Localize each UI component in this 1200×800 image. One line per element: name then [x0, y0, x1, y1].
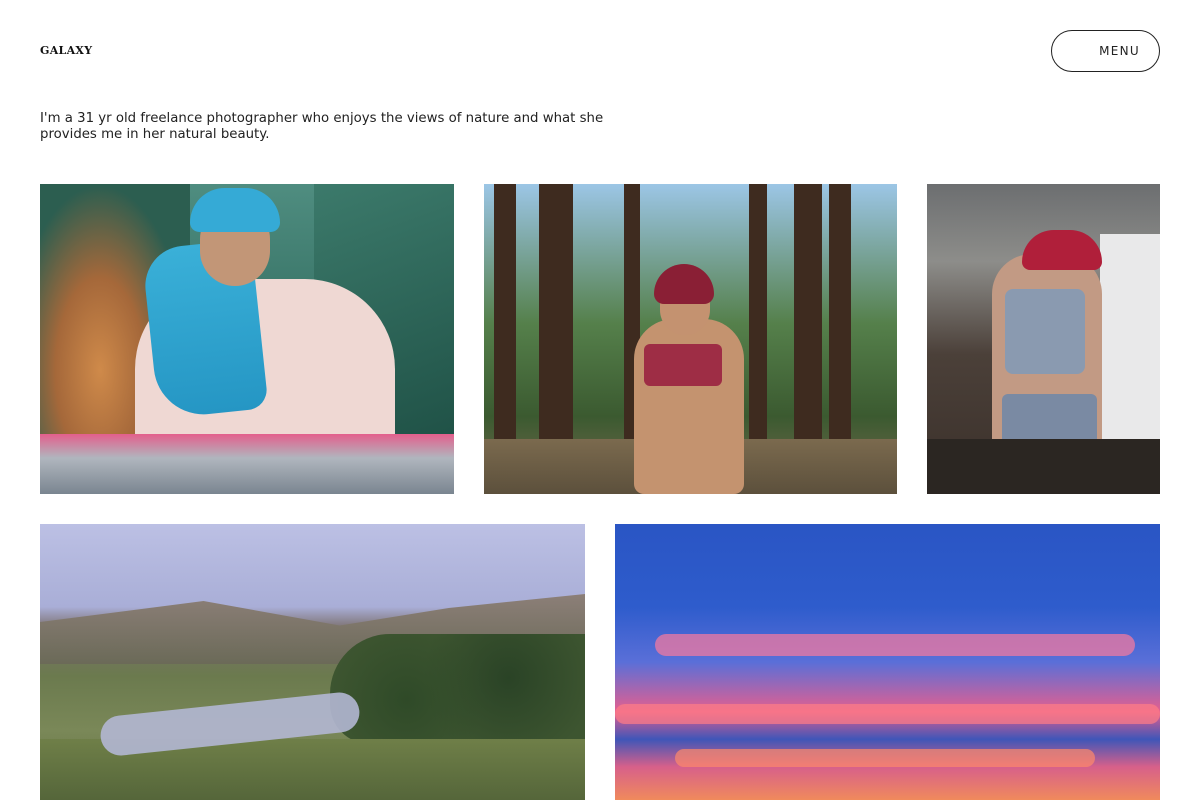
gallery-photo-sunset[interactable]	[615, 524, 1160, 800]
tree-trunk	[494, 184, 516, 464]
menu-button[interactable]: MENU	[1051, 30, 1160, 72]
gallery-photo-tent-portrait[interactable]	[40, 184, 454, 494]
sunset-cloud	[655, 634, 1135, 656]
landscape-trees	[330, 634, 585, 744]
tree-trunk	[794, 184, 822, 464]
tree-trunk	[829, 184, 851, 464]
tree-trunk	[749, 184, 767, 464]
gallery-photo-forest-portrait[interactable]	[484, 184, 897, 494]
sleeping-bag	[40, 434, 454, 494]
sunset-cloud	[675, 749, 1095, 767]
kitchen-counter	[927, 439, 1160, 494]
gallery-photo-kitchen-portrait[interactable]	[927, 184, 1160, 494]
photo-figure	[654, 264, 714, 304]
photo-figure	[1005, 289, 1085, 374]
photo-figure	[190, 188, 280, 232]
sunset-cloud	[615, 704, 1160, 724]
tree-trunk	[539, 184, 573, 464]
gallery-photo-landscape[interactable]	[40, 524, 585, 800]
intro-text: I'm a 31 yr old freelance photographer w…	[40, 111, 604, 142]
site-logo[interactable]: GALAXY	[40, 44, 92, 57]
photo-figure	[644, 344, 722, 386]
site-header: GALAXY MENU	[40, 30, 1160, 72]
photo-figure	[1022, 230, 1102, 270]
